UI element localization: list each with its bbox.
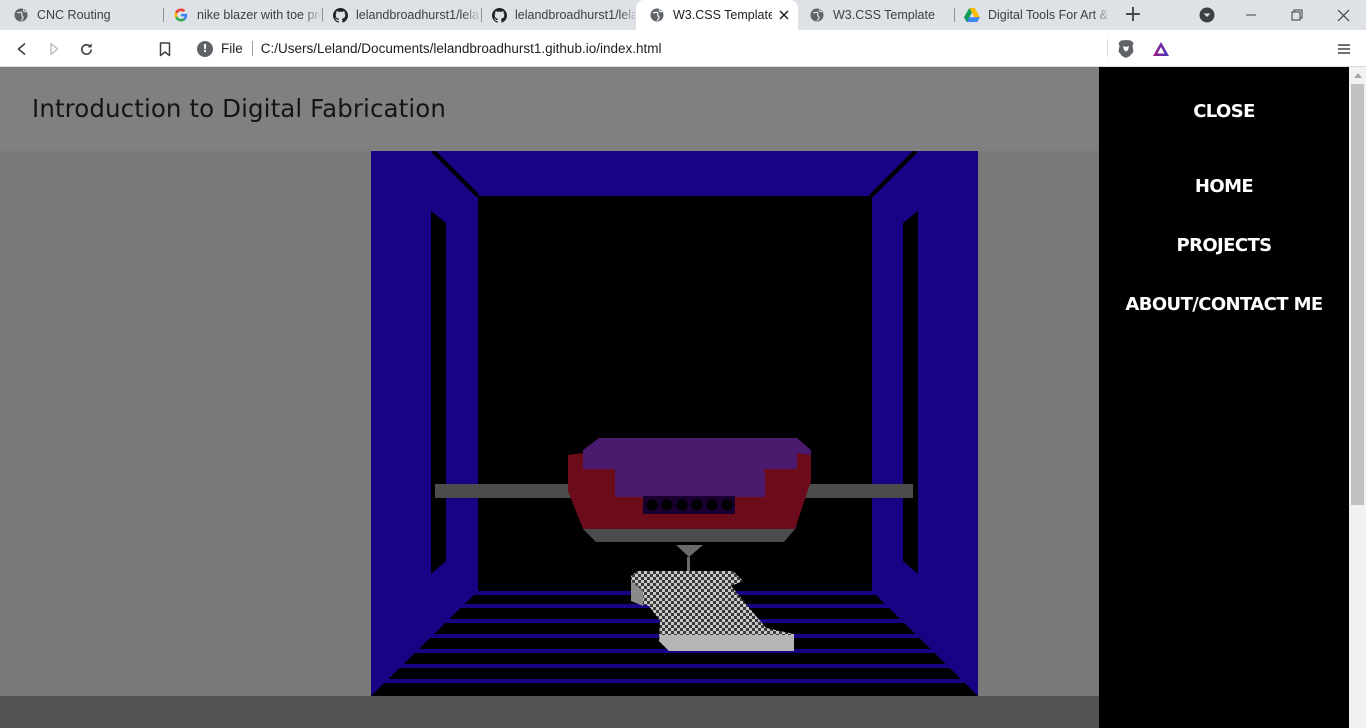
tab-title: W3.CSS Template — [673, 8, 772, 22]
tab-github-2[interactable]: lelandbroadhurst1/lelandbroadhurst1 — [478, 0, 638, 30]
url-text: C:/Users/Leland/Documents/lelandbroadhur… — [260, 41, 662, 56]
sidebar-close-button[interactable]: CLOSE — [1099, 101, 1349, 122]
tab-title: lelandbroadhurst1/lelandbroadhurst1 — [356, 8, 481, 22]
forward-button[interactable] — [41, 36, 67, 62]
globe-icon — [809, 7, 825, 23]
toolbar-divider — [1107, 39, 1108, 57]
minimize-icon — [1246, 14, 1256, 16]
page-title: Introduction to Digital Fabrication — [32, 94, 446, 123]
omnibox-separator — [251, 41, 253, 56]
google-drive-icon — [964, 7, 980, 23]
brave-rewards-button[interactable] — [1148, 36, 1174, 62]
tab-digital-tools[interactable]: Digital Tools For Art & Design — [951, 0, 1111, 30]
footer-band — [0, 696, 1099, 728]
back-button[interactable] — [9, 36, 35, 62]
brave-rewards-triangle-icon — [1153, 42, 1169, 56]
restore-window-button[interactable] — [1285, 3, 1309, 27]
scheme-label: File — [221, 41, 243, 56]
globe-icon — [13, 7, 29, 23]
github-icon — [491, 7, 507, 23]
restore-icon — [1291, 9, 1303, 21]
github-icon — [332, 7, 348, 23]
tab-cnc-routing[interactable]: CNC Routing — [0, 0, 163, 30]
close-icon — [1337, 9, 1349, 21]
scrollbar-thumb[interactable] — [1351, 84, 1364, 505]
address-bar[interactable]: ! File C:/Users/Leland/Documents/lelandb… — [187, 35, 1180, 62]
bookmark-icon — [159, 41, 171, 56]
globe-icon — [649, 7, 665, 23]
reload-button[interactable] — [73, 36, 99, 62]
browser-toolbar: ! File C:/Users/Leland/Documents/lelandb… — [0, 30, 1366, 67]
tab-title: Digital Tools For Art & Design — [988, 8, 1111, 22]
sidebar-item-projects[interactable]: PROJECTS — [1099, 235, 1349, 256]
brave-shields-button[interactable] — [1113, 36, 1139, 62]
chevron-down-circle-icon — [1199, 7, 1215, 23]
tab-title: lelandbroadhurst1/lelandbroadhurst1 — [515, 8, 638, 22]
reload-icon — [80, 42, 92, 55]
brave-lion-icon — [1118, 40, 1134, 58]
tab-github-1[interactable]: lelandbroadhurst1/lelandbroadhurst1 — [319, 0, 481, 30]
close-tab-icon[interactable] — [776, 7, 792, 23]
scroll-up-arrow-icon[interactable] — [1349, 67, 1366, 84]
tab-title: nike blazer with toe protector — [197, 8, 322, 22]
tab-w3css-template-active[interactable]: W3.CSS Template — [636, 0, 798, 30]
new-tab-button[interactable]: + — [1121, 3, 1145, 27]
tab-search-button[interactable] — [1195, 3, 1219, 27]
minimize-window-button[interactable] — [1239, 3, 1263, 27]
menu-button[interactable] — [1331, 36, 1357, 62]
hamburger-menu-icon — [1338, 44, 1350, 54]
plus-icon: + — [1123, 2, 1143, 27]
close-window-button[interactable] — [1331, 3, 1355, 27]
tab-strip: CNC Routing nike blazer with toe protect… — [0, 0, 1366, 30]
sidebar-item-home[interactable]: HOME — [1099, 176, 1349, 197]
tab-w3css-template[interactable]: W3.CSS Template — [796, 0, 954, 30]
tab-title: W3.CSS Template — [833, 8, 935, 22]
bookmark-button[interactable] — [152, 36, 178, 62]
printer-hero-image — [371, 151, 978, 696]
forward-arrow-icon — [50, 42, 59, 56]
tab-google-search[interactable]: nike blazer with toe protector — [160, 0, 322, 30]
sidebar-item-about-contact[interactable]: ABOUT/CONTACT ME — [1099, 294, 1349, 315]
back-arrow-icon — [17, 42, 26, 56]
page-viewport: Introduction to Digital Fabrication CLOS… — [0, 67, 1366, 728]
google-icon — [173, 7, 189, 23]
info-icon[interactable]: ! — [197, 40, 213, 57]
sidebar-navigation: CLOSE HOME PROJECTS ABOUT/CONTACT ME — [1099, 67, 1349, 728]
page-header: Introduction to Digital Fabrication — [0, 67, 1099, 151]
page-scrollbar[interactable] — [1349, 67, 1366, 728]
tab-title: CNC Routing — [37, 8, 111, 22]
